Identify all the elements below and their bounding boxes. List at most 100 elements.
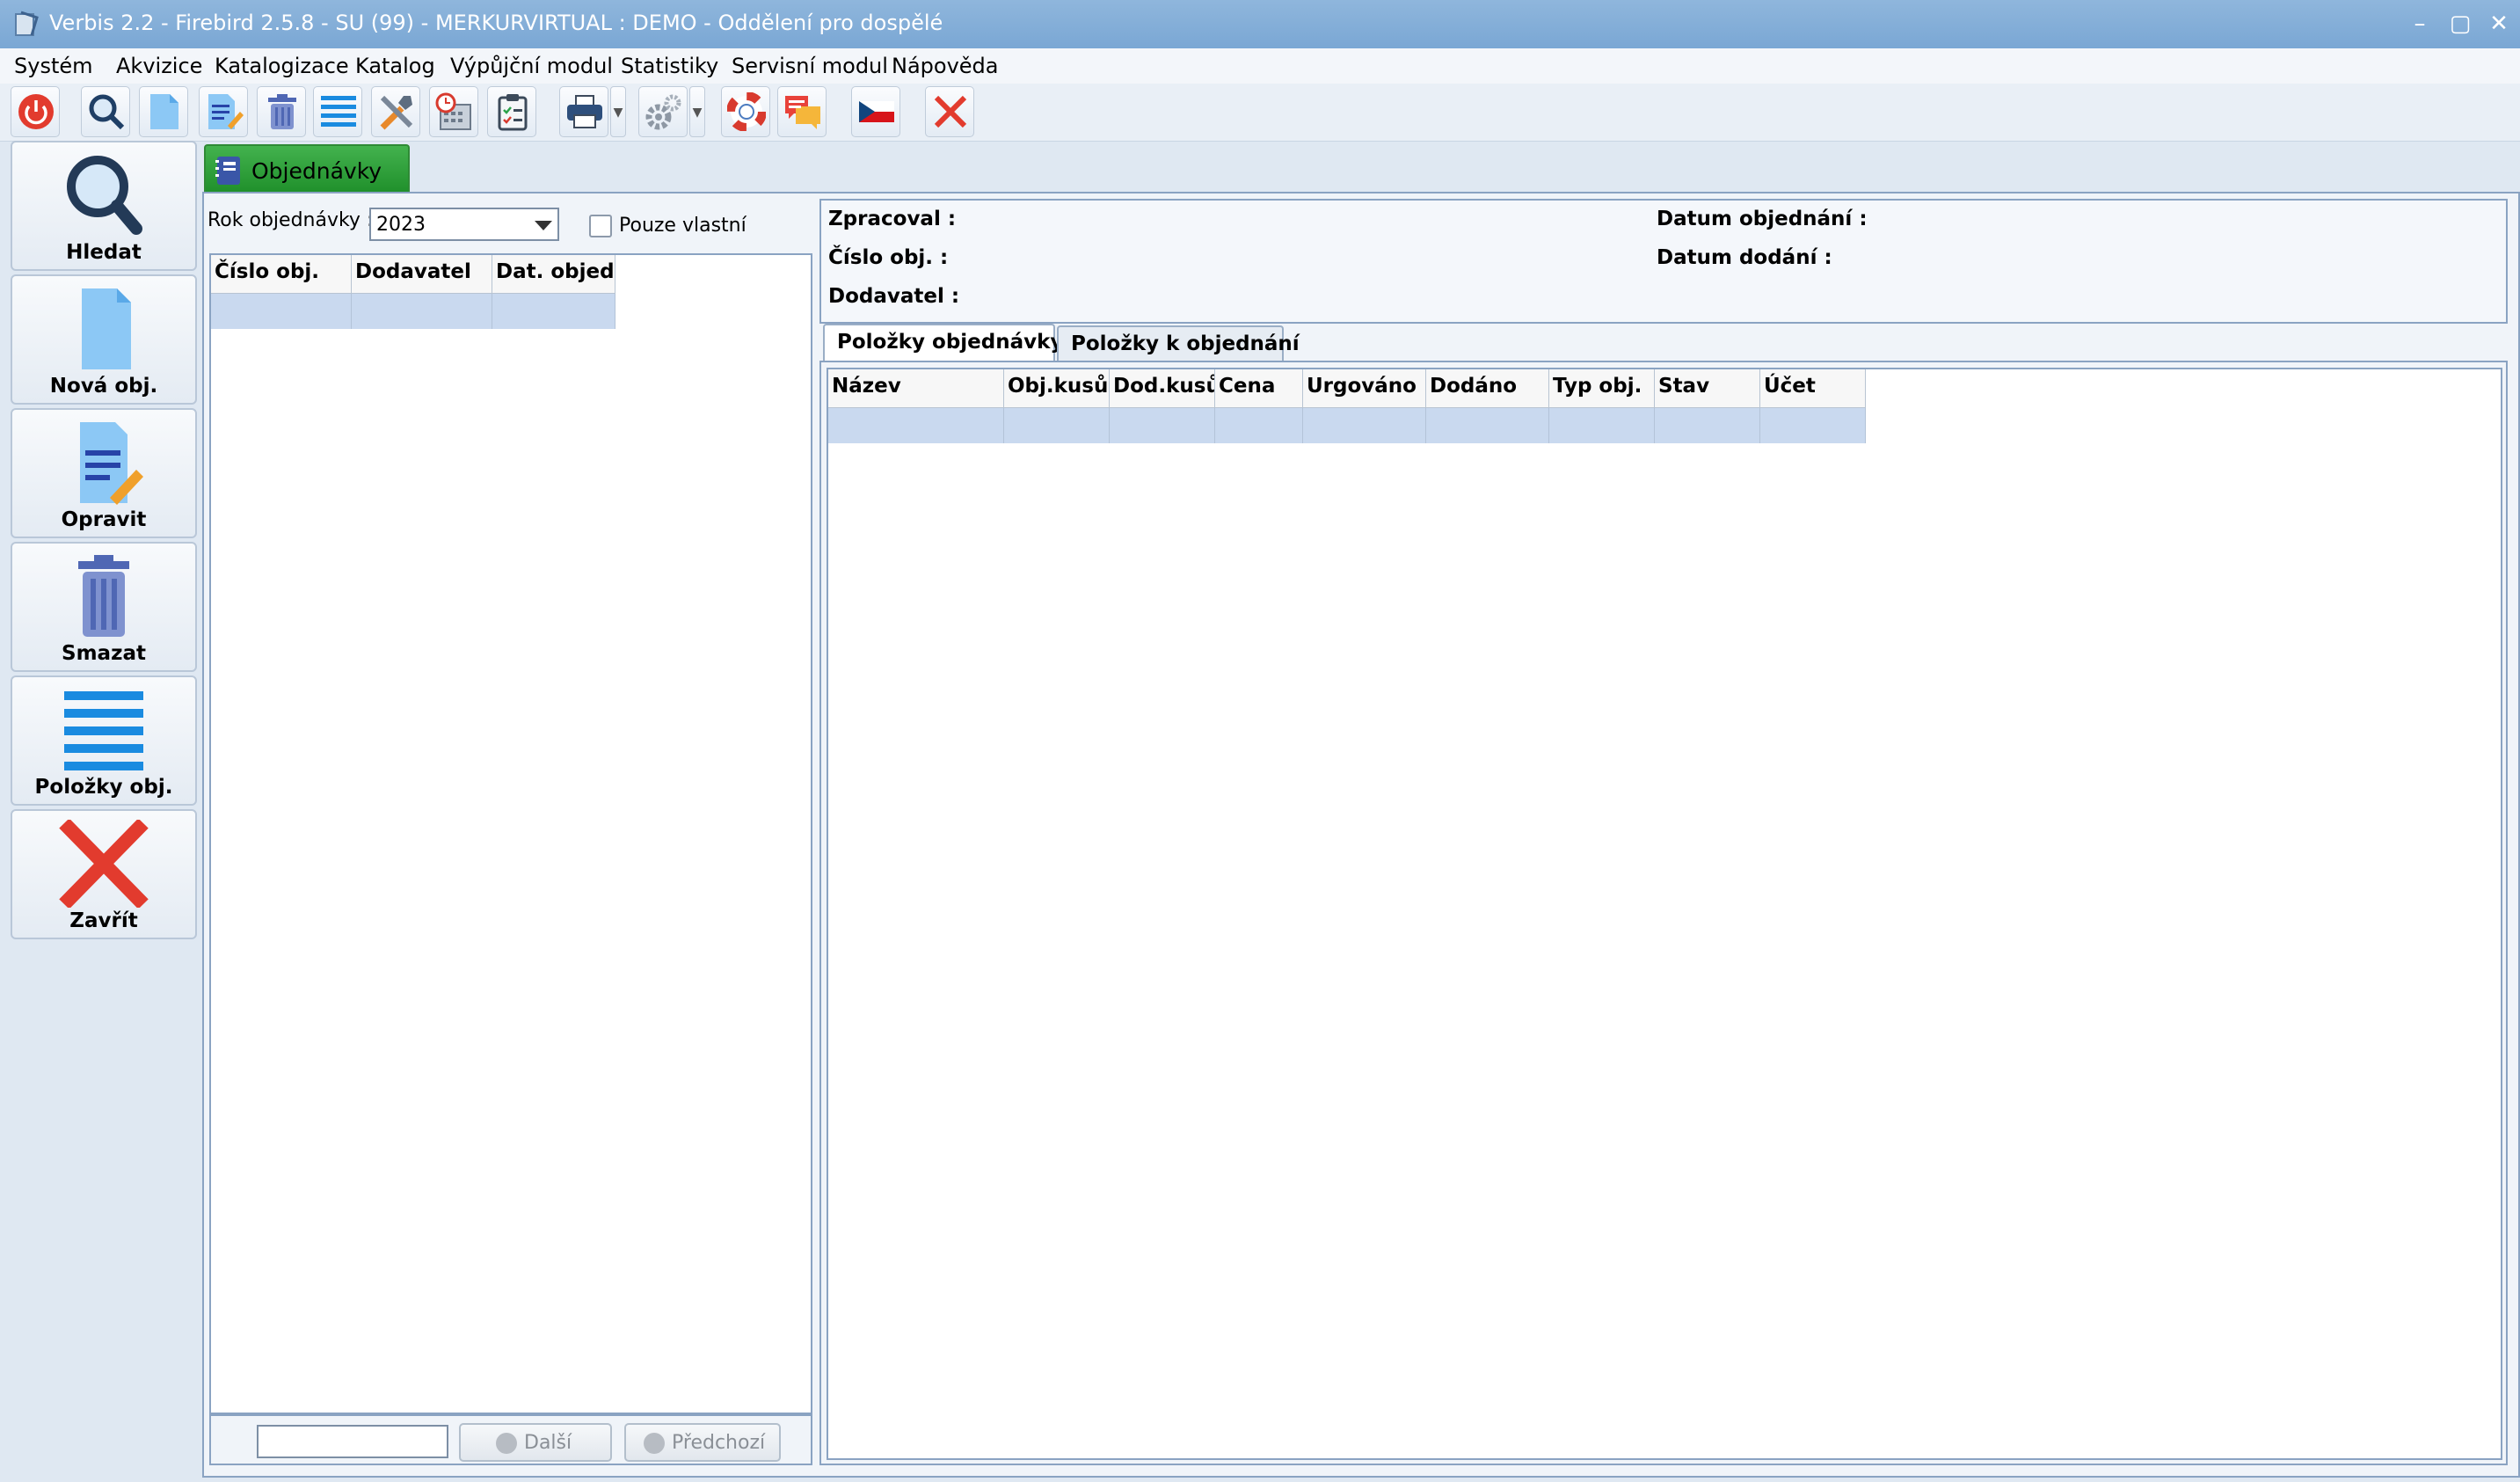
next-button[interactable]: Další	[459, 1423, 612, 1462]
table-cell[interactable]	[492, 294, 615, 329]
toolbar-help-button[interactable]	[721, 86, 770, 137]
main-tab-strip: Objednávky	[204, 142, 2520, 193]
items-col-order-type[interactable]: Typ obj.	[1549, 369, 1655, 408]
year-value: 2023	[376, 214, 426, 236]
trash-icon	[268, 94, 296, 129]
red-x-icon	[59, 820, 149, 908]
table-cell[interactable]	[1426, 408, 1549, 443]
sidebar-edit-button[interactable]: Opravit	[11, 408, 197, 538]
toolbar-print-button[interactable]	[559, 86, 608, 137]
toolbar-settings-button[interactable]	[638, 86, 688, 137]
toolbar-list-button[interactable]	[313, 86, 362, 137]
toolbar-language-button[interactable]	[851, 86, 900, 137]
previous-label: Předchozí	[672, 1432, 766, 1454]
edit-document-icon	[80, 422, 143, 505]
power-icon	[18, 94, 54, 129]
pager: Další Předchozí	[209, 1414, 812, 1465]
table-cell[interactable]	[1004, 408, 1110, 443]
table-cell[interactable]	[1549, 408, 1655, 443]
items-col-account[interactable]: Účet	[1760, 369, 1866, 408]
menu-vypujcni-modul[interactable]: Výpůjční modul	[450, 54, 613, 78]
table-cell[interactable]	[1303, 408, 1426, 443]
table-cell[interactable]	[1760, 408, 1866, 443]
toolbar-close-button[interactable]	[925, 86, 974, 137]
menu-akvizice[interactable]: Akvizice	[116, 54, 202, 78]
order-details: Zpracoval : Číslo obj. : Dodavatel : Dat…	[819, 199, 2508, 324]
toolbar-edit-button[interactable]	[199, 86, 248, 137]
processed-by-label: Zpracoval :	[828, 208, 957, 230]
toolbar-search-button[interactable]	[81, 86, 130, 137]
help-lifebuoy-icon	[727, 92, 766, 131]
sidebar-order-items-button[interactable]: Položky obj.	[11, 675, 197, 806]
menu-napoveda[interactable]: Nápověda	[892, 54, 999, 78]
print-dropdown-arrow[interactable]: ▼	[610, 86, 626, 137]
settings-dropdown-arrow[interactable]: ▼	[689, 86, 705, 137]
menu-system[interactable]: Systém	[14, 54, 93, 78]
toolbar-new-button[interactable]	[139, 86, 188, 137]
table-cell[interactable]	[1110, 408, 1215, 443]
own-only-checkbox[interactable]	[589, 215, 612, 237]
calendar-clock-icon	[435, 92, 471, 130]
magnifier-icon	[67, 156, 142, 235]
items-col-status[interactable]: Stav	[1655, 369, 1760, 408]
items-col-ordered[interactable]: Obj.kusů	[1004, 369, 1110, 408]
chat-icon	[785, 96, 820, 129]
orders-col-date[interactable]: Dat. objed.	[492, 255, 615, 294]
tab-objednavky[interactable]: Objednávky	[204, 144, 410, 193]
sidebar-search-button[interactable]: Hledat	[11, 141, 197, 271]
toolbar-power-button[interactable]	[11, 86, 60, 137]
sidebar-new-order-button[interactable]: Nová obj.	[11, 274, 197, 405]
edit-document-icon	[208, 94, 244, 129]
items-col-name[interactable]: Název	[828, 369, 1004, 408]
pager-input[interactable]	[257, 1425, 448, 1458]
chevron-down-icon	[535, 221, 552, 230]
close-window-button[interactable]: ✕	[2481, 7, 2516, 40]
items-col-delivered[interactable]: Dodáno	[1426, 369, 1549, 408]
close-icon	[934, 95, 967, 128]
table-cell[interactable]	[352, 294, 492, 329]
sidebar-delete-label: Smazat	[62, 642, 146, 665]
trash-icon	[78, 555, 129, 637]
toolbar-tools-button[interactable]	[371, 86, 420, 137]
tab-objednavky-label: Objednávky	[251, 158, 382, 184]
toolbar-messages-button[interactable]	[777, 86, 827, 137]
maximize-button[interactable]: ▢	[2443, 7, 2478, 40]
delivery-date-label: Datum dodání :	[1657, 246, 1832, 269]
orders-col-number[interactable]: Číslo obj.	[211, 255, 352, 294]
sidebar-close-button[interactable]: Zavřít	[11, 809, 197, 939]
menu-katalog[interactable]: Katalog	[355, 54, 435, 78]
order-date-label: Datum objednání :	[1657, 208, 1868, 230]
menu-statistiky[interactable]: Statistiky	[621, 54, 718, 78]
previous-button[interactable]: Předchozí	[624, 1423, 781, 1462]
orders-col-supplier[interactable]: Dodavatel	[352, 255, 492, 294]
czech-flag-icon	[859, 101, 894, 122]
toolbar-checklist-button[interactable]	[487, 86, 536, 137]
table-cell[interactable]	[211, 294, 352, 329]
table-cell[interactable]	[828, 408, 1004, 443]
list-icon	[64, 691, 143, 770]
checklist-icon	[498, 94, 528, 131]
tab-order-items[interactable]: Položky objednávky	[823, 324, 1063, 362]
orders-table[interactable]: Číslo obj. Dodavatel Dat. objed.	[209, 253, 812, 1414]
minimize-button[interactable]: –	[2402, 7, 2437, 40]
items-col-price[interactable]: Cena	[1215, 369, 1303, 408]
table-cell[interactable]	[1655, 408, 1760, 443]
notebook-icon	[215, 157, 240, 185]
year-label: Rok objednávky :	[208, 209, 374, 231]
menu-katalogizace[interactable]: Katalogizace	[215, 54, 349, 78]
sidebar-edit-label: Opravit	[61, 508, 147, 531]
table-cell[interactable]	[1215, 408, 1303, 443]
toolbar-delete-button[interactable]	[257, 86, 306, 137]
sidebar-search-label: Hledat	[66, 241, 142, 264]
menu-servisni-modul[interactable]: Servisní modul	[732, 54, 888, 78]
sidebar-delete-button[interactable]: Smazat	[11, 542, 197, 672]
toolbar-calendar-button[interactable]	[429, 86, 478, 137]
sidebar-new-order-label: Nová obj.	[49, 375, 158, 398]
order-items-table[interactable]: Název Obj.kusů Dod.kusů Cena Urgováno Do…	[827, 368, 2502, 1460]
items-col-delivered-count[interactable]: Dod.kusů	[1110, 369, 1215, 408]
list-icon	[321, 96, 356, 127]
tab-items-to-order[interactable]: Položky k objednání	[1057, 325, 1300, 362]
year-select[interactable]: 2023	[369, 208, 559, 241]
items-col-urged[interactable]: Urgováno	[1303, 369, 1426, 408]
tools-icon	[380, 95, 413, 130]
